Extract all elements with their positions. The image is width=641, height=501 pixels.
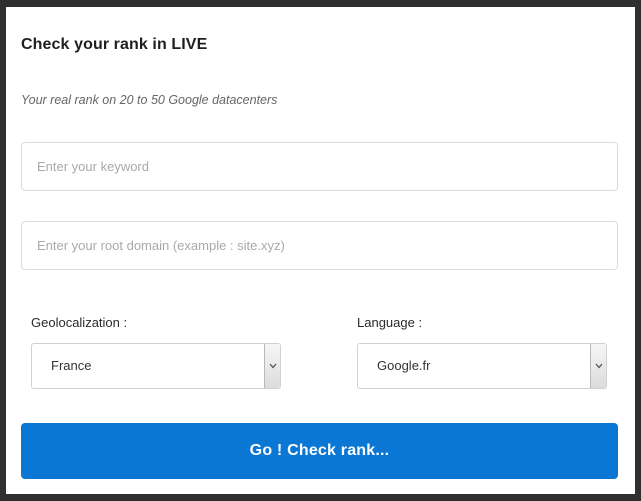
card-subtitle: Your real rank on 20 to 50 Google datace…	[21, 93, 278, 107]
geolocalization-label: Geolocalization :	[31, 315, 128, 330]
geolocalization-select[interactable]: France	[31, 343, 281, 389]
check-rank-button[interactable]: Go ! Check rank...	[21, 423, 618, 479]
keyword-input[interactable]	[21, 142, 618, 191]
chevron-down-icon	[595, 363, 602, 369]
language-label: Language :	[357, 315, 423, 330]
language-select[interactable]: Google.fr	[357, 343, 607, 389]
language-value: Google.fr	[377, 358, 431, 373]
geolocalization-value: France	[51, 358, 92, 373]
rank-check-card: Check your rank in LIVE Your real rank o…	[6, 7, 635, 494]
card-title: Check your rank in LIVE	[21, 36, 208, 53]
geolocalization-dropdown-button[interactable]	[264, 344, 280, 388]
domain-input[interactable]	[21, 221, 618, 270]
chevron-down-icon	[269, 363, 276, 369]
language-dropdown-button[interactable]	[590, 344, 606, 388]
